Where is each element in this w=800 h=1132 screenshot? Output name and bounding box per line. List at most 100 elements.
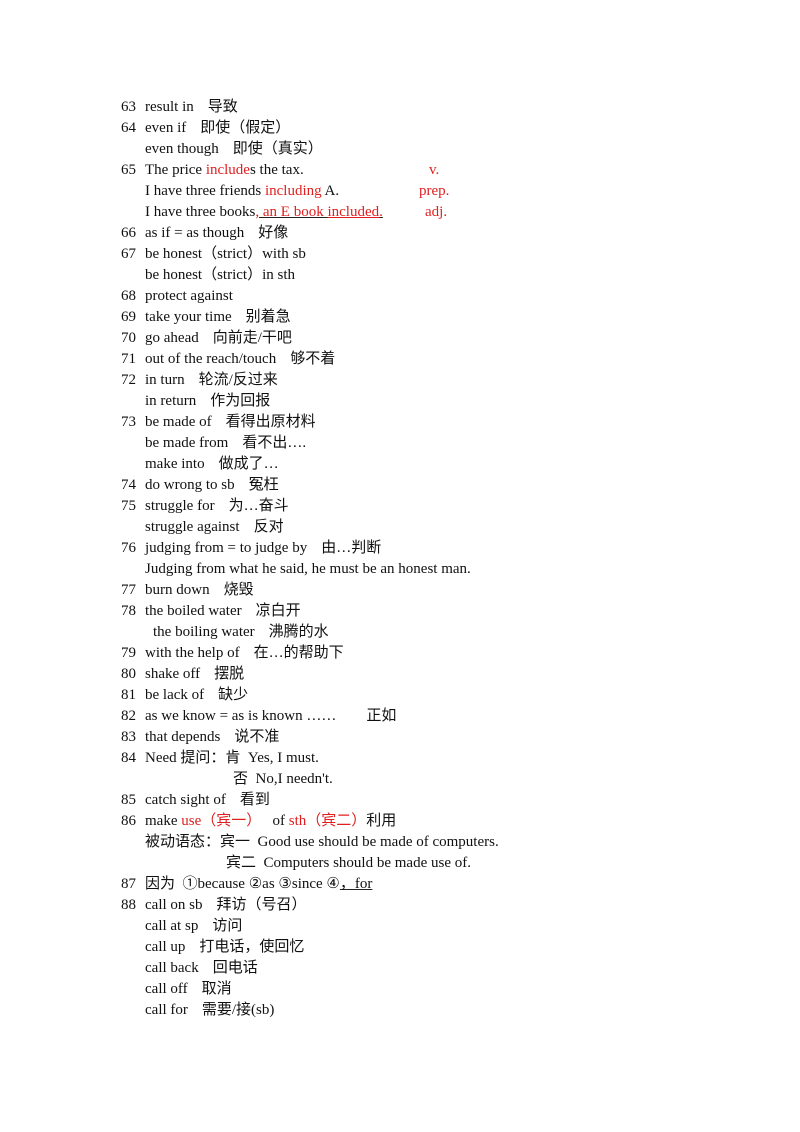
entry-88-sub3: call back 回电话: [0, 958, 800, 979]
entry-88-sub1: call at sp 访问: [0, 916, 800, 937]
entry-number: 70: [121, 330, 136, 346]
entry-84: 84 Need 提问：肯 Yes, I must.: [0, 748, 800, 769]
translation: 反对: [253, 519, 284, 535]
phrase: even if: [145, 120, 187, 136]
phrase: struggle for: [145, 498, 215, 514]
phrase: call at sp: [145, 918, 199, 934]
entry-76-example: Judging from what he said, he must be an…: [0, 559, 800, 580]
translation: 够不着: [290, 351, 336, 367]
entry-73-sub2: make into 做成了…: [0, 454, 800, 475]
translation: 沸腾的水: [268, 624, 329, 640]
entry-82: 82 as we know = as is known …… 正如: [0, 706, 800, 727]
phrase: that depends: [145, 729, 221, 745]
phrase: Need 提问：肯 Yes, I must.: [145, 750, 319, 766]
phrase: result in: [145, 99, 194, 115]
highlighted-word: use（宾一）: [181, 813, 262, 829]
phrase: call up: [145, 939, 186, 955]
highlighted-word: include: [205, 162, 250, 178]
entry-75: 75 struggle for 为…奋斗: [0, 496, 800, 517]
entry-64-sub: even though 即使（真实）: [0, 139, 800, 160]
entry-65-sub2: I have three books, an E book included. …: [0, 202, 800, 223]
phrase: be made of: [145, 414, 212, 430]
entry-number: 71: [121, 351, 136, 367]
phrase: 否 No,I needn't.: [233, 771, 333, 787]
entry-number: 64: [121, 120, 136, 136]
phrase: in turn: [145, 372, 185, 388]
translation: 回电话: [212, 960, 258, 976]
entry-86: 86 make use（宾一） of sth（宾二）利用: [0, 811, 800, 832]
translation: 导致: [207, 99, 238, 115]
phrase: take your time: [145, 309, 232, 325]
sentence-part: s the tax.: [249, 162, 304, 178]
sentence-part: I have three books: [145, 204, 256, 220]
phrase: judging from = to judge by: [145, 540, 308, 556]
translation: 在…的帮助下: [253, 645, 344, 661]
example-sentence: 宾二 Computers should be made use of.: [226, 855, 471, 871]
entry-79: 79 with the help of 在…的帮助下: [0, 643, 800, 664]
phrase: make into: [145, 456, 205, 472]
entry-number: 85: [121, 792, 136, 808]
entry-78-sub: the boiling water 沸腾的水: [0, 622, 800, 643]
entry-number: 76: [121, 540, 136, 556]
phrase: be lack of: [145, 687, 205, 703]
entry-64: 64 even if 即使（假定）: [0, 118, 800, 139]
translation: 好像: [258, 225, 289, 241]
phrase: even though: [145, 141, 219, 157]
phrase: the boiled water: [145, 603, 242, 619]
entry-number: 81: [121, 687, 136, 703]
translation: 说不准: [234, 729, 280, 745]
example-sentence: 被动语态：宾一 Good use should be made of compu…: [145, 834, 499, 850]
phrase: go ahead: [145, 330, 199, 346]
entry-73: 73 be made of 看得出原材料: [0, 412, 800, 433]
entry-73-sub1: be made from 看不出….: [0, 433, 800, 454]
translation: 取消: [201, 981, 232, 997]
entry-63: 63 result in 导致: [0, 97, 800, 118]
phrase: call on sb: [145, 897, 203, 913]
phrase: be made from: [145, 435, 229, 451]
translation: 摆脱: [214, 666, 245, 682]
entry-72: 72 in turn 轮流/反过来: [0, 370, 800, 391]
entry-number: 78: [121, 603, 136, 619]
entry-65: 65 The price includes the tax. v.: [0, 160, 800, 181]
translation: 烧毁: [223, 582, 254, 598]
translation: 缺少: [218, 687, 249, 703]
translation: 看到: [239, 792, 270, 808]
underlined-part: , an E book: [255, 204, 328, 220]
entry-88-sub5: call for 需要/接(sb): [0, 1000, 800, 1021]
highlighted-word: including: [264, 183, 322, 199]
translation: 正如: [366, 708, 397, 724]
entry-number: 75: [121, 498, 136, 514]
entry-87: 87 因为 ①because ②as ③since ④，for: [0, 874, 800, 895]
part-of-speech: prep.: [419, 183, 450, 199]
entry-number: 67: [121, 246, 136, 262]
translation: 打电话，使回忆: [199, 939, 305, 955]
translation: 别着急: [245, 309, 291, 325]
underlined-part: ，for: [339, 876, 373, 892]
entry-65-sub1: I have three friends including A. prep.: [0, 181, 800, 202]
sentence-part: of: [261, 813, 289, 829]
sentence-part: I have three friends: [145, 183, 265, 199]
translation: 拜访（号召）: [216, 897, 307, 913]
entry-86-sub2: 宾二 Computers should be made use of.: [0, 853, 800, 874]
entry-number: 77: [121, 582, 136, 598]
translation: 凉白开: [255, 603, 301, 619]
translation: 向前走/干吧: [212, 330, 292, 346]
phrase: the boiling water: [153, 624, 255, 640]
entry-number: 82: [121, 708, 136, 724]
phrase: struggle against: [145, 519, 240, 535]
entry-77: 77 burn down 烧毁: [0, 580, 800, 601]
phrase: burn down: [145, 582, 210, 598]
entry-number: 72: [121, 372, 136, 388]
entry-number: 73: [121, 414, 136, 430]
phrase: call back: [145, 960, 199, 976]
entry-67: 67 be honest（strict）with sb: [0, 244, 800, 265]
entry-number: 84: [121, 750, 136, 766]
part-of-speech: adj.: [425, 204, 448, 220]
translation: 利用: [366, 813, 397, 829]
translation: 看不出….: [242, 435, 307, 451]
entry-69: 69 take your time 别着急: [0, 307, 800, 328]
entry-72-sub: in return 作为回报: [0, 391, 800, 412]
phrase: out of the reach/touch: [145, 351, 277, 367]
entry-74: 74 do wrong to sb 冤枉: [0, 475, 800, 496]
sentence-part: make: [145, 813, 182, 829]
